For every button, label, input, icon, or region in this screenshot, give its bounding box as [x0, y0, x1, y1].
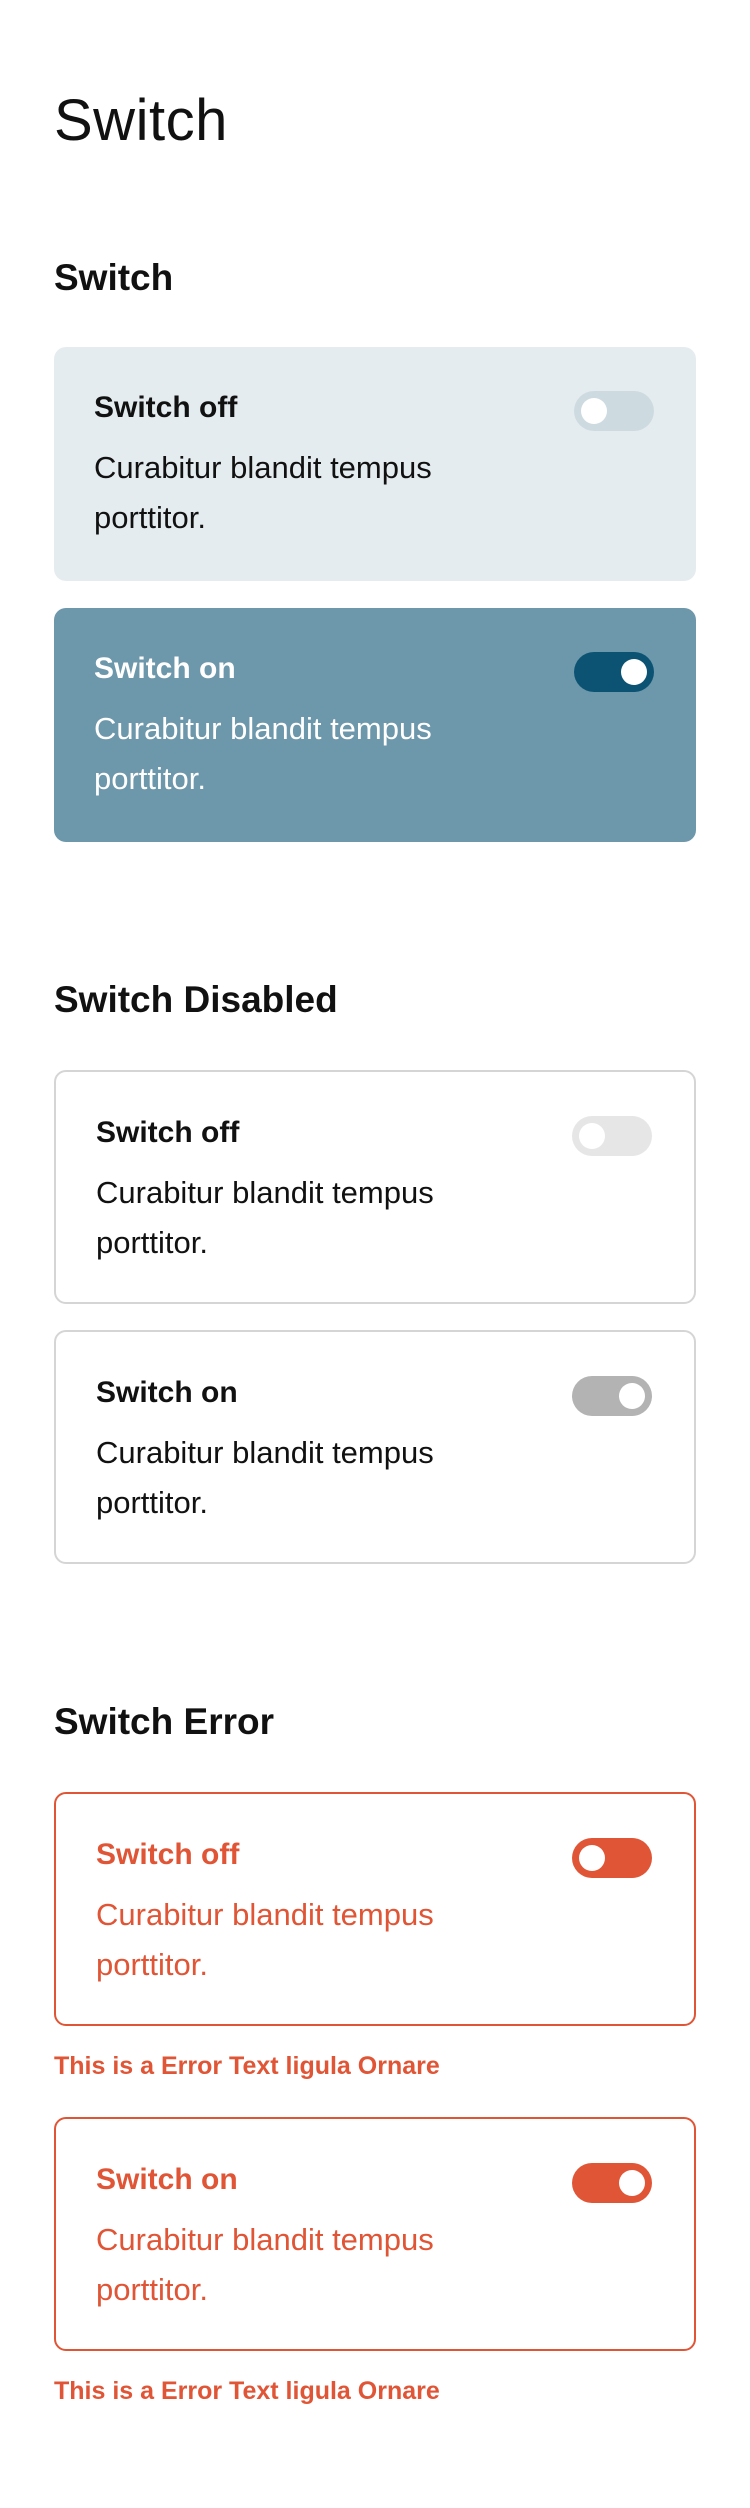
toggle-switch-off[interactable]: [574, 391, 654, 431]
toggle-knob: [579, 1123, 605, 1149]
disabled-switch-card-off: Switch off Curabitur blandit tempus port…: [54, 1070, 696, 1304]
error-message: This is a Error Text ligula Ornare: [54, 2377, 440, 2405]
switch-card-on[interactable]: Switch on Curabitur blandit tempus portt…: [54, 608, 696, 842]
section-title-switch-error: Switch Error: [54, 1701, 274, 1742]
toggle-knob: [619, 1383, 645, 1409]
switch-card-description: Curabitur blandit tempus porttitor.: [94, 711, 432, 796]
disabled-toggle-switch-on: [572, 1376, 652, 1416]
switch-card-title: Switch on: [96, 1376, 238, 1409]
toggle-knob: [581, 398, 607, 424]
switch-card-title: Switch off: [94, 391, 238, 424]
error-switch-card-off[interactable]: Switch off Curabitur blandit tempus port…: [54, 1792, 696, 2026]
toggle-switch-on[interactable]: [574, 652, 654, 692]
switch-card-description: Curabitur blandit tempus porttitor.: [96, 1435, 434, 1520]
section-title-switch: Switch: [54, 257, 174, 298]
switch-card-description: Curabitur blandit tempus porttitor.: [96, 1175, 434, 1260]
switch-card-title: Switch on: [96, 2163, 238, 2196]
error-toggle-switch-off[interactable]: [572, 1838, 652, 1878]
switch-card-title: Switch off: [96, 1838, 240, 1871]
page-title: Switch: [54, 88, 228, 153]
switch-card-description: Curabitur blandit tempus porttitor.: [94, 450, 432, 535]
error-switch-card-on[interactable]: Switch on Curabitur blandit tempus portt…: [54, 2117, 696, 2351]
error-message: This is a Error Text ligula Ornare: [54, 2052, 440, 2080]
error-toggle-switch-on[interactable]: [572, 2163, 652, 2203]
switch-card-description: Curabitur blandit tempus porttitor.: [96, 2222, 434, 2307]
disabled-toggle-switch-off: [572, 1116, 652, 1156]
section-title-switch-disabled: Switch Disabled: [54, 979, 338, 1020]
toggle-knob: [619, 2170, 645, 2196]
switch-card-title: Switch off: [96, 1116, 240, 1149]
switch-card-description: Curabitur blandit tempus porttitor.: [96, 1897, 434, 1982]
disabled-switch-card-on: Switch on Curabitur blandit tempus portt…: [54, 1330, 696, 1564]
switch-card-off[interactable]: Switch off Curabitur blandit tempus port…: [54, 347, 696, 581]
switch-card-title: Switch on: [94, 652, 236, 685]
toggle-knob: [621, 659, 647, 685]
toggle-knob: [579, 1845, 605, 1871]
